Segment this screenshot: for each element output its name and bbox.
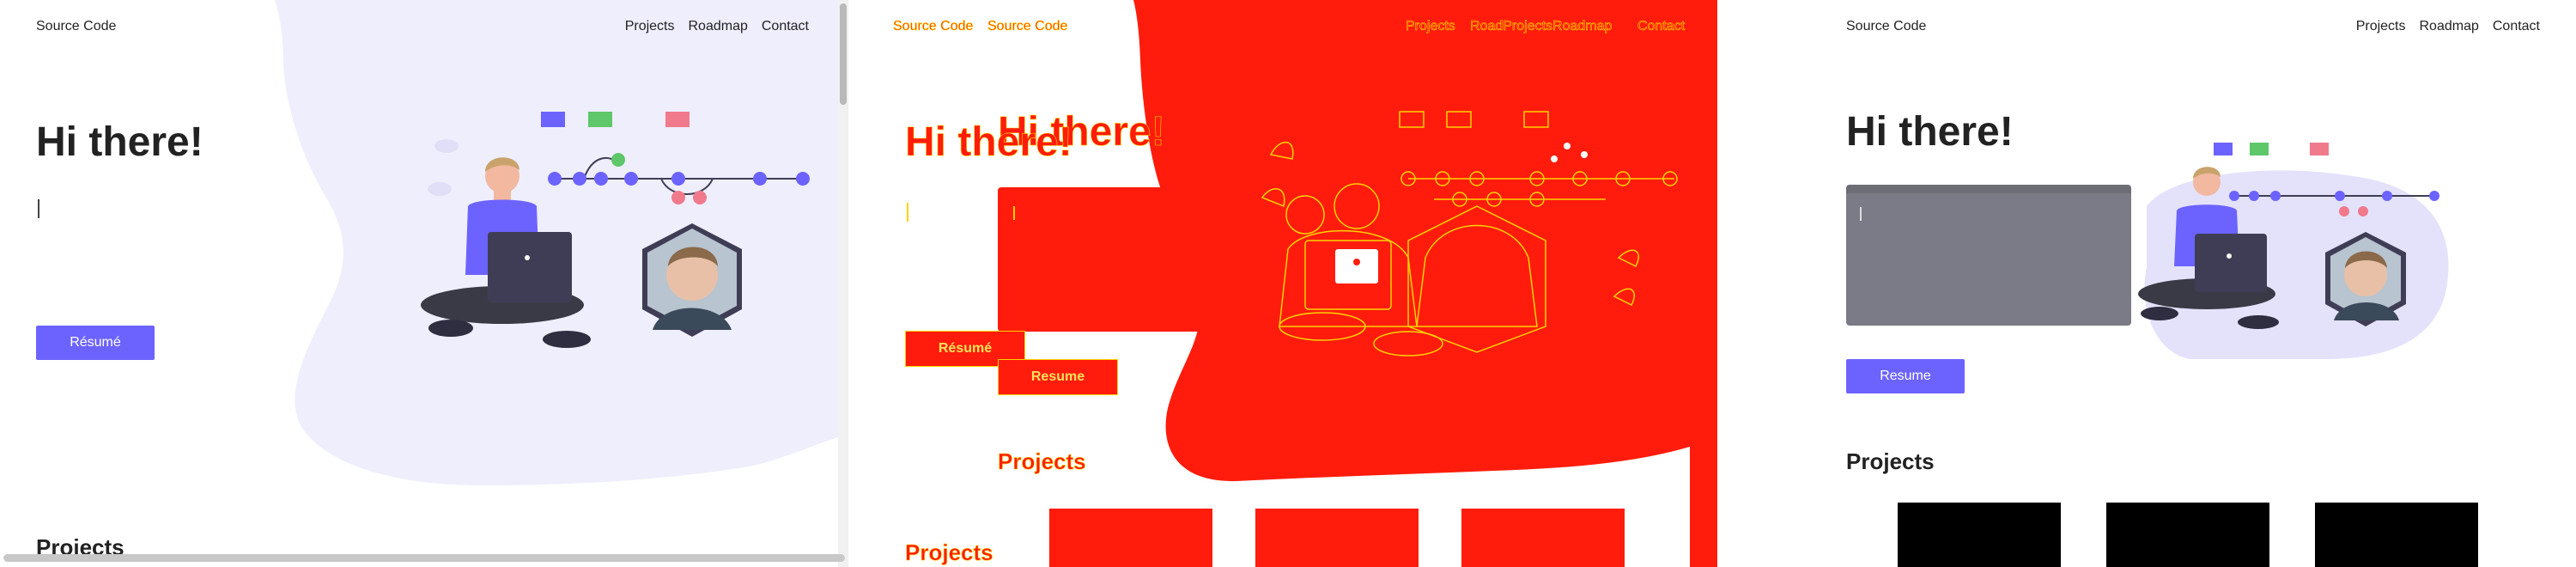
nav-link-projects[interactable]: Projects: [2356, 19, 2406, 34]
hero-illustration: [421, 112, 810, 348]
editor-cursor-icon: [1013, 206, 1015, 220]
project-thumbnail[interactable]: [1255, 509, 1419, 567]
top-nav-diff: Source Code Source Code Projects RoadPro…: [893, 19, 1686, 40]
project-thumbnail[interactable]: [1461, 509, 1625, 567]
diff-region: [1133, 0, 1717, 567]
hero-title: Hi there!: [1846, 109, 2014, 155]
page-render-diff: Source Code Source Code Projects RoadPro…: [859, 0, 1717, 567]
project-thumbnail[interactable]: [1898, 503, 2061, 567]
hero-title-old: Hi there!: [905, 119, 1072, 166]
page-render-new: Source Code Projects Roadmap Contact Hi …: [1717, 0, 2576, 567]
scroll-thumb[interactable]: [840, 3, 847, 105]
horizontal-scrollbar[interactable]: [3, 554, 845, 562]
code-editor[interactable]: [1846, 185, 2131, 326]
page-render-original: Source Code Projects Roadmap Contact Hi …: [0, 0, 848, 567]
text-cursor-icon: [38, 199, 39, 218]
nav-links: Projects Roadmap Contact: [2356, 19, 2540, 34]
project-thumbnail[interactable]: [2106, 503, 2269, 567]
editor-diff-box: [998, 187, 1212, 332]
nav-links: Projects Roadmap Contact: [625, 19, 809, 34]
project-thumbnail[interactable]: [1049, 509, 1212, 567]
nav-link-contact[interactable]: Contact: [762, 19, 809, 34]
text-cursor-icon: [1860, 207, 1862, 221]
nav-link-roadmap-diff[interactable]: RoadProjectsRoadmap: [1470, 19, 1613, 34]
brand-link-new[interactable]: Source Code: [987, 19, 1068, 34]
laptop-icon: [2195, 234, 2267, 292]
nav-link-contact-diff[interactable]: Contact: [1637, 19, 1686, 34]
top-nav: Source Code Projects Roadmap Contact: [1846, 19, 2540, 40]
projects-heading-old: Projects: [905, 540, 993, 566]
projects-heading-new: Projects: [998, 448, 1086, 475]
projects-heading: Projects: [1846, 448, 1935, 474]
nav-link-roadmap[interactable]: Roadmap: [688, 19, 747, 34]
resume-button[interactable]: Resume: [1846, 359, 1965, 393]
nav-link-projects-diff[interactable]: Projects: [1406, 19, 1455, 34]
laptop-icon: [488, 232, 572, 302]
text-cursor-icon: [907, 203, 908, 222]
resume-button-new[interactable]: Resume: [998, 359, 1118, 395]
brand-link-old[interactable]: Source Code: [893, 19, 974, 34]
top-nav: Source Code Projects Roadmap Contact: [36, 19, 812, 40]
hero-title: Hi there!: [36, 119, 204, 165]
brand-link[interactable]: Source Code: [1846, 19, 1926, 34]
nav-link-contact[interactable]: Contact: [2493, 19, 2540, 34]
project-thumbnail[interactable]: [2315, 503, 2478, 567]
vertical-scrollbar[interactable]: [838, 0, 848, 567]
hero-illustration: [2138, 143, 2449, 359]
nav-link-roadmap[interactable]: Roadmap: [2419, 19, 2478, 34]
nav-link-projects[interactable]: Projects: [625, 19, 675, 34]
brand-link[interactable]: Source Code: [36, 19, 116, 34]
resume-button[interactable]: Résumé: [36, 326, 155, 360]
